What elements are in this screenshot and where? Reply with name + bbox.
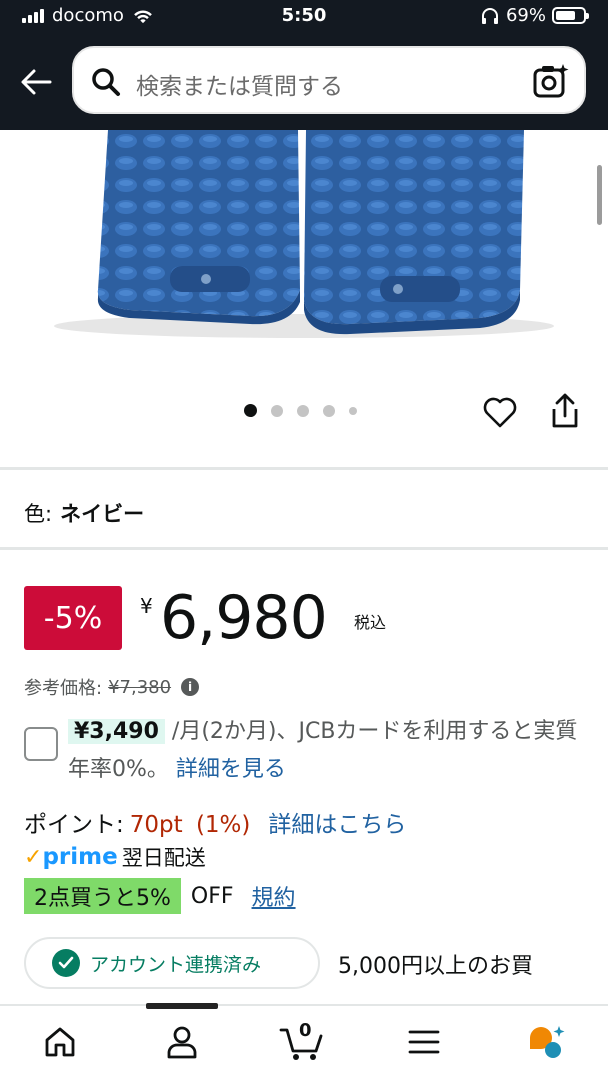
info-icon[interactable]: i [181,678,200,696]
points-details-link[interactable]: 詳細はこちら [268,812,406,838]
tax-label: 税込 [354,613,387,632]
nav-menu[interactable] [400,1018,448,1066]
account-linked-pill[interactable]: アカウント連携済み [24,937,320,989]
terms-link[interactable]: 規約 [252,880,296,912]
installment-amount: ¥3,490 [68,719,165,744]
status-right: 69% [480,5,589,26]
share-icon[interactable] [548,392,582,430]
points-row: ポイント: 70pt (1%) 詳細はこちら [24,805,406,839]
installment-offer: ¥3,490 /月(2か月)、JCBカードを利用すると実質年率0%。 詳細を見る [68,713,588,789]
discount-badge: -5% [24,586,122,650]
variant-label: 色: [24,502,53,526]
arrow-left-icon [21,69,52,95]
camera-search-icon[interactable] [532,62,570,100]
installment-details-link[interactable]: 詳細を見る [176,757,286,782]
product-image[interactable] [0,130,608,380]
checkmark-icon [52,949,80,977]
prime-logo: prime [42,844,118,870]
offer-text: 5,000円以上のお買 [338,954,533,979]
divider [0,467,608,470]
account-linked-label: アカウント連携済み [90,953,262,976]
nav-assistant[interactable] [522,1018,570,1066]
search-icon [92,68,120,96]
back-button[interactable] [16,62,56,102]
active-tab-indicator [146,1003,218,1009]
points-value: 70pt [129,812,183,838]
sleeping-pad-image [54,130,554,338]
currency-symbol: ¥ [140,594,153,618]
points-label: ポイント: [24,812,124,838]
user-icon [167,1026,197,1059]
points-percent: (1%) [195,812,251,838]
assistant-icon [530,1026,565,1058]
heart-icon[interactable] [482,394,518,430]
price: 6,980 [160,583,328,653]
reference-price: 参考価格: ¥7,380 i [24,674,200,700]
headphones-icon [481,7,498,24]
variant-value: ネイビー [60,502,145,526]
promotion-row: 2点買うと5% OFF 規約 [24,878,296,914]
battery-icon [552,7,589,24]
page-dot[interactable] [271,404,283,417]
divider [0,547,608,550]
prime-delivery: ✓ prime 翌日配送 [24,842,206,872]
page-dot[interactable] [297,404,309,417]
promotion-suffix: OFF [190,883,234,909]
reference-value: ¥7,380 [108,676,172,698]
installment-checkbox[interactable] [24,727,58,761]
home-icon [45,1027,75,1057]
page-dot-active[interactable] [244,404,257,417]
delivery-text: 翌日配送 [121,846,206,870]
cart-count: 0 [299,1020,312,1041]
page-dot[interactable] [323,404,335,417]
nav-home[interactable] [36,1018,84,1066]
prime-check-icon: ✓ [24,844,43,870]
menu-icon [408,1030,440,1054]
app-header: docomo 5:50 69% 検索または質問する [0,0,608,130]
page-dot[interactable] [349,406,357,415]
nav-account[interactable] [158,1018,206,1066]
status-bar: docomo 5:50 69% [0,0,608,34]
scroll-indicator [597,165,602,225]
variant-row[interactable]: 色: ネイビー [24,498,144,528]
reference-label: 参考価格: [24,678,103,699]
search-bar[interactable]: 検索または質問する [72,46,586,114]
image-pagination[interactable] [244,404,357,417]
promotion-tag: 2点買うと5% [24,878,181,914]
search-input[interactable]: 検索または質問する [136,67,343,101]
battery-percent: 69% [505,5,546,26]
nav-cart[interactable]: 0 [278,1018,326,1066]
